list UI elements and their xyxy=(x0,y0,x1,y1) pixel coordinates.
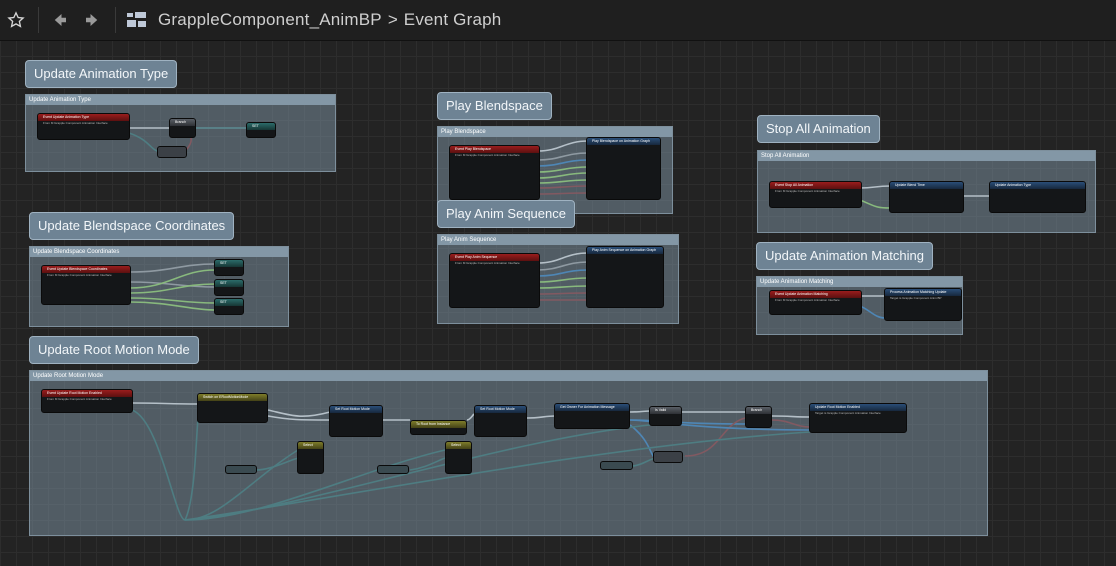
node-title: Update Root Motion Enabled xyxy=(810,404,906,411)
node-title: To Root from Instance xyxy=(411,421,466,428)
comment-title: Play Anim Sequence xyxy=(438,235,678,245)
node-title: Event Stop All Animation xyxy=(770,182,861,189)
comment-bubble-update-animation-type[interactable]: Update Animation Type xyxy=(25,60,178,88)
node-title: Event Play Anim Sequence xyxy=(450,254,539,261)
node-title: SET xyxy=(247,123,275,130)
event-node-update-animation-type[interactable]: Event Update Animation Type From M Grapp… xyxy=(37,113,130,140)
event-node-update-blendspace-coordinates[interactable]: Event Update Blendspace Coordinates From… xyxy=(41,265,131,305)
comment-bubble-update-root-motion-mode[interactable]: Update Root Motion Mode xyxy=(29,336,199,364)
event-node-play-blendspace[interactable]: Event Play Blendspace From M Grapple Com… xyxy=(449,145,540,200)
comment-bubble-update-blendspace-coordinates[interactable]: Update Blendspace Coordinates xyxy=(29,212,235,240)
node-subtitle: From M Grapple Component Animation Inter… xyxy=(47,397,112,401)
node-subtitle: From M Grapple Component Animation Inter… xyxy=(43,121,108,125)
function-node-update-blend-time[interactable]: Update Blend Time xyxy=(889,181,964,213)
node-title: Process Animation Matching Update xyxy=(885,289,961,296)
node-title: Play Anim Sequence on Animation Graph xyxy=(587,247,663,254)
node-subtitle: From M Grapple Component Animation Inter… xyxy=(455,261,520,265)
node-title: Event Update Animation Matching xyxy=(770,291,861,298)
function-node-set-root-motion-mode[interactable]: Set Root Motion Mode xyxy=(329,405,383,437)
node-subtitle: From M Grapple Component Animation Inter… xyxy=(455,153,520,157)
node-title: SET xyxy=(215,299,243,306)
node-title: Event Update Blendspace Coordinates xyxy=(42,266,130,273)
set-node[interactable]: SET xyxy=(214,298,244,315)
comment-bubble-play-anim-sequence[interactable]: Play Anim Sequence xyxy=(437,200,575,228)
set-node[interactable]: SET xyxy=(214,259,244,276)
select-node[interactable]: Select xyxy=(445,441,472,474)
node-title: Switch on ERootMotionMode xyxy=(198,394,267,401)
node-title: Select xyxy=(446,442,471,449)
comment-title: Update Animation Matching xyxy=(757,277,962,287)
comment-title: Update Blendspace Coordinates xyxy=(30,247,288,257)
node-subtitle: From M Grapple Component Animation Inter… xyxy=(775,189,840,193)
node-title: Event Play Blendspace xyxy=(450,146,539,153)
event-node-stop-all-animation[interactable]: Event Stop All Animation From M Grapple … xyxy=(769,181,862,208)
comment-title: Stop All Animation xyxy=(758,151,1095,161)
comment-bubble-update-animation-matching[interactable]: Update Animation Matching xyxy=(756,242,933,270)
comment-box-update-root-motion-mode[interactable]: Update Root Motion Mode xyxy=(29,370,988,536)
literal-node[interactable] xyxy=(600,461,633,470)
comment-title: Update Root Motion Mode xyxy=(30,371,987,381)
event-node-play-anim-sequence[interactable]: Event Play Anim Sequence From M Grapple … xyxy=(449,253,540,308)
node-title: Update Animation Type xyxy=(990,182,1085,189)
is-valid-node[interactable]: Is Valid xyxy=(649,406,682,426)
branch-node[interactable]: Branch xyxy=(745,406,772,428)
function-node-play-blendspace[interactable]: Play Blendspace on Animation Graph xyxy=(586,137,661,200)
node-title: Set Root Motion Mode xyxy=(330,406,382,413)
compare-node[interactable] xyxy=(157,146,187,158)
node-subtitle: From M Grapple Component Animation Inter… xyxy=(47,273,112,277)
set-node[interactable]: SET xyxy=(246,122,276,138)
function-node-update-animation-type[interactable]: Update Animation Type xyxy=(989,181,1086,213)
node-title: Update Blend Time xyxy=(890,182,963,189)
node-title: SET xyxy=(215,260,243,267)
function-node-set-root-motion-mode[interactable]: Set Root Motion Mode xyxy=(474,405,527,437)
function-node-play-anim-sequence[interactable]: Play Anim Sequence on Animation Graph xyxy=(586,246,664,308)
node-to-root-from-instance[interactable]: To Root from Instance xyxy=(410,420,467,435)
node-title: SET xyxy=(215,280,243,287)
function-node-update-root-motion-enabled[interactable]: Update Root Motion Enabled Target is Gra… xyxy=(809,403,907,433)
comment-bubble-play-blendspace[interactable]: Play Blendspace xyxy=(437,92,552,120)
function-node-get-owner[interactable]: Get Owner For Animation Message xyxy=(554,403,630,429)
event-node-update-root-motion[interactable]: Event Update Root Motion Enabled From M … xyxy=(41,389,133,413)
select-node[interactable]: Select xyxy=(297,441,324,474)
switch-node[interactable]: Switch on ERootMotionMode xyxy=(197,393,268,423)
node-title: Play Blendspace on Animation Graph xyxy=(587,138,660,145)
event-node-update-animation-matching[interactable]: Event Update Animation Matching From M G… xyxy=(769,290,862,315)
node-subtitle: Target is Grapple Component Animation In… xyxy=(815,411,881,415)
node-title: Get Owner For Animation Message xyxy=(555,404,629,411)
node-title: Branch xyxy=(170,119,195,126)
node-subtitle: From M Grapple Component Animation Inter… xyxy=(775,298,840,302)
node-title: Event Update Root Motion Enabled xyxy=(42,390,132,397)
node-title: Branch xyxy=(746,407,771,414)
function-node-process-animation-matching[interactable]: Process Animation Matching Update Target… xyxy=(884,288,962,321)
comment-title: Update Animation Type xyxy=(26,95,335,105)
node-title: Set Root Motion Mode xyxy=(475,406,526,413)
literal-node[interactable] xyxy=(377,465,409,474)
compare-node[interactable] xyxy=(653,451,683,463)
branch-node[interactable]: Branch xyxy=(169,118,196,138)
comment-title: Play Blendspace xyxy=(438,127,672,137)
node-title: Select xyxy=(298,442,323,449)
comment-bubble-stop-all-animation[interactable]: Stop All Animation xyxy=(757,115,880,143)
node-title: Event Update Animation Type xyxy=(38,114,129,121)
literal-node[interactable] xyxy=(225,465,257,474)
set-node[interactable]: SET xyxy=(214,279,244,296)
node-subtitle: Target is Grapple Component Anim BP xyxy=(890,296,942,300)
node-title: Is Valid xyxy=(650,407,681,414)
